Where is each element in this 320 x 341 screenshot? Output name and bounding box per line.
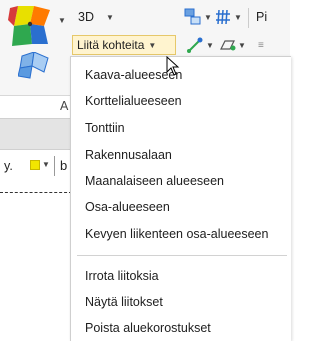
list-icon[interactable]: ≡ xyxy=(258,40,264,51)
region-color-icon[interactable] xyxy=(8,6,56,48)
yellow-marker-icon[interactable] xyxy=(30,160,40,170)
3d-dropdown-arrow[interactable]: ▼ xyxy=(106,13,114,22)
region-color-dropdown-arrow[interactable]: ▼ xyxy=(58,16,66,25)
attach-objects-dropdown-arrow[interactable]: ▼ xyxy=(148,41,156,50)
pick-point-dropdown-arrow[interactable]: ▼ xyxy=(206,41,214,50)
menu-separator xyxy=(77,255,287,256)
menu-item-nayta-liitokset[interactable]: Näytä liitokset xyxy=(71,291,291,313)
ribbon-separator-bar xyxy=(248,8,249,28)
group-caption: A xyxy=(60,99,69,113)
toolbar-divider xyxy=(54,156,55,176)
menu-item-irrota-liitoksia[interactable]: Irrota liitoksia xyxy=(71,265,291,287)
attach-objects-menu: Kaava-alueeseen Korttelialueeseen Tontti… xyxy=(70,56,291,341)
menu-item-tonttiin[interactable]: Tonttiin xyxy=(71,117,291,139)
toolbar-partial-letter: b xyxy=(60,158,68,173)
surface-tool-icon[interactable] xyxy=(17,51,54,80)
layer-copy-dropdown-arrow[interactable]: ▼ xyxy=(204,13,212,22)
shape-edit-icon[interactable] xyxy=(218,36,236,54)
menu-item-kaava-alueeseen[interactable]: Kaava-alueeseen xyxy=(71,64,291,86)
shape-edit-dropdown-arrow[interactable]: ▼ xyxy=(238,41,246,50)
toolbar-partial-label: y. xyxy=(4,159,13,173)
3d-dropdown-label[interactable]: 3D xyxy=(78,10,94,24)
grid-hatch-icon[interactable] xyxy=(214,8,232,26)
layer-copy-icon[interactable] xyxy=(184,8,202,26)
menu-item-maanalaiseen-alueeseen[interactable]: Maanalaiseen alueeseen xyxy=(71,170,291,192)
menu-item-korttelialueeseen[interactable]: Korttelialueeseen xyxy=(71,90,291,112)
menu-item-kevyen-liikenteen-osa-alueeseen[interactable]: Kevyen liikenteen osa-alueeseen xyxy=(71,223,291,245)
menu-item-poista-aluekorostukset[interactable]: Poista aluekorostukset xyxy=(71,317,291,339)
attach-objects-label: Liitä kohteita xyxy=(77,38,145,52)
mouse-cursor-icon xyxy=(166,55,180,76)
grid-hatch-dropdown-arrow[interactable]: ▼ xyxy=(234,13,242,22)
attach-objects-button[interactable]: Liitä kohteita ▼ xyxy=(72,35,176,55)
dashed-boundary-horizontal xyxy=(0,192,72,193)
marker-dropdown-arrow[interactable]: ▼ xyxy=(42,160,50,169)
menu-item-rakennusalaan[interactable]: Rakennusalaan xyxy=(71,144,291,166)
pick-point-icon[interactable] xyxy=(186,36,204,54)
right-group-label[interactable]: Pi xyxy=(256,10,267,24)
menu-item-osa-alueeseen[interactable]: Osa-alueeseen xyxy=(71,196,291,218)
